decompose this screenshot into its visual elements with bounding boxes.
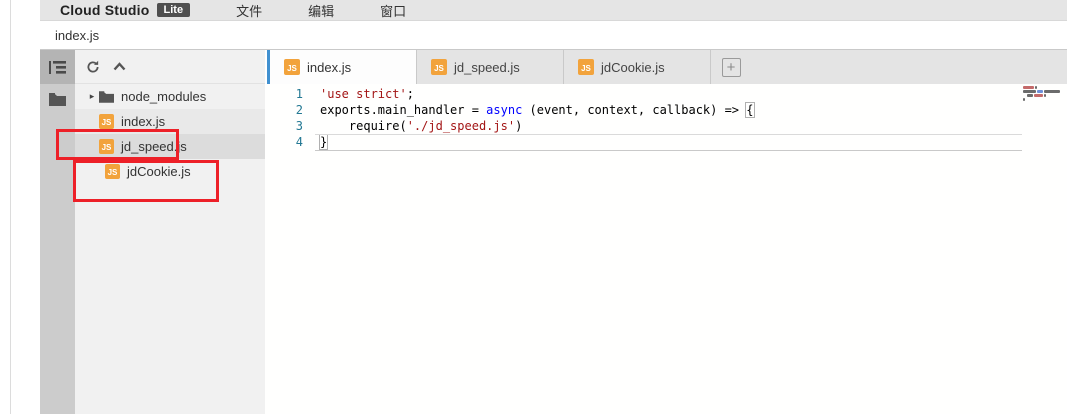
- refresh-icon: [86, 60, 100, 74]
- js-file-icon: JS: [99, 114, 114, 129]
- menu-item-file[interactable]: 文件: [236, 1, 262, 20]
- annotation-box-jdcookie: [73, 160, 219, 202]
- chevron-right-icon[interactable]: ▸: [85, 91, 99, 102]
- explorer-view-button[interactable]: [40, 50, 75, 84]
- minimap[interactable]: [1023, 86, 1065, 102]
- tab-index-js[interactable]: JS index.js: [270, 50, 417, 84]
- tree-item-label: node_modules: [121, 89, 206, 104]
- explorer-toolbar: [75, 50, 265, 84]
- lite-badge: Lite: [157, 3, 191, 17]
- page-left-divider: [10, 0, 11, 414]
- plus-icon: +: [722, 58, 741, 77]
- file-explorer: ▸ node_modules JS index.js: [75, 50, 265, 414]
- breadcrumb-filename: index.js: [55, 28, 99, 43]
- js-file-icon: JS: [284, 59, 300, 75]
- code-line-2: 2 exports.main_handler = async (event, c…: [265, 102, 1067, 118]
- line-number: 2: [265, 102, 320, 118]
- line-number: 4: [265, 134, 320, 150]
- tab-bar-filler: [751, 50, 1067, 84]
- activity-bar: [40, 50, 75, 414]
- js-file-icon: JS: [578, 59, 594, 75]
- tab-jdcookie-js[interactable]: JS jdCookie.js: [564, 50, 711, 84]
- folder-icon: [49, 93, 66, 106]
- menu-item-edit[interactable]: 编辑: [308, 1, 334, 20]
- tab-label: jd_speed.js: [454, 60, 520, 75]
- tab-bar: JS index.js JS jd_speed.js JS jdCookie.j…: [265, 50, 1067, 84]
- app-frame: Cloud Studio Lite 文件 编辑 窗口 index.js: [40, 0, 1067, 414]
- code-editor[interactable]: 1 'use strict'; 2 exports.main_handler =…: [265, 84, 1067, 414]
- current-line-highlight: [315, 134, 1022, 151]
- line-number: 3: [265, 118, 320, 134]
- tab-label: index.js: [307, 60, 351, 75]
- tree-view-icon: [49, 60, 66, 75]
- menu-item-window[interactable]: 窗口: [380, 1, 406, 20]
- editor-group: JS index.js JS jd_speed.js JS jdCookie.j…: [265, 50, 1067, 414]
- code-line-3: 3 require('./jd_speed.js'): [265, 118, 1067, 134]
- breadcrumb: index.js: [40, 21, 1067, 50]
- collapse-icon: [113, 62, 126, 71]
- menubar: Cloud Studio Lite 文件 编辑 窗口: [40, 0, 1067, 21]
- code-line-1: 1 'use strict';: [265, 86, 1067, 102]
- collapse-all-button[interactable]: [111, 59, 127, 75]
- app-logo: Cloud Studio: [60, 2, 150, 18]
- tab-jd-speed-js[interactable]: JS jd_speed.js: [417, 50, 564, 84]
- folder-icon: [99, 91, 114, 103]
- annotation-box-jd-speed: [56, 129, 179, 160]
- tree-item-node-modules[interactable]: ▸ node_modules: [75, 84, 265, 109]
- js-file-icon: JS: [431, 59, 447, 75]
- folder-view-button[interactable]: [40, 84, 75, 114]
- new-tab-button[interactable]: +: [711, 50, 751, 84]
- refresh-button[interactable]: [85, 59, 101, 75]
- cloud-studio-window: Cloud Studio Lite 文件 编辑 窗口 index.js: [0, 0, 1067, 414]
- tree-item-label: index.js: [121, 114, 165, 129]
- tab-label: jdCookie.js: [601, 60, 665, 75]
- line-number: 1: [265, 86, 320, 102]
- main-area: ▸ node_modules JS index.js: [40, 50, 1067, 414]
